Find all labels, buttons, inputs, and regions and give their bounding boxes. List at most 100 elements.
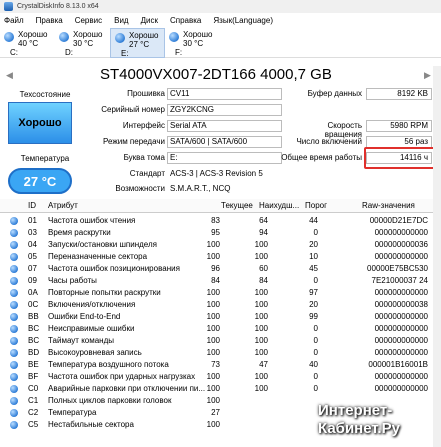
cell-id: C2 [28,408,39,417]
health-good-icon [169,32,179,42]
table-row[interactable]: BE Температура воздушного потока 73 47 40 000… [0,359,441,371]
next-disk-icon[interactable]: ▶ [424,70,432,80]
health-status-button[interactable]: Хорошо [8,102,72,144]
rotation-value: 5980 RPM [366,120,432,132]
table-row[interactable]: 09 Часы работы 84 84 0 7E21000037 24 [0,275,441,287]
cell-cur: 95 [211,228,220,237]
header-raw[interactable]: Raw-значения [362,201,415,210]
drive-status: Хорошо [73,30,103,39]
serial-label: Серийный номер [101,105,165,114]
interface-label: Интерфейс [122,121,165,130]
standard-value: ACS-3 | ACS-3 Revision 5 [167,168,430,180]
cell-worst: 84 [259,276,268,285]
health-good-icon [10,325,18,333]
cell-raw: 000001B16001B [368,360,428,369]
cell-attr: Частота ошибок чтения [48,216,136,225]
cell-worst: 100 [254,252,268,261]
cell-attr: Аварийные парковки при отключении пи... [48,384,206,393]
table-row[interactable]: 04 Запуски/остановки шпинделя 100 100 20 0000… [0,239,441,251]
drive-temp: 27 °C [129,40,150,49]
table-row[interactable]: 03 Время раскрутки 95 94 0 000000000000 [0,227,441,239]
cell-cur: 100 [206,312,220,321]
header-id[interactable]: ID [28,201,36,210]
cell-raw: 000000000036 [374,240,428,249]
header-attribute[interactable]: Атрибут [48,201,78,210]
cell-worst: 100 [254,384,268,393]
table-row[interactable]: 0C Включения/отключения 100 100 20 0000000000… [0,299,441,311]
table-row[interactable]: 05 Переназначенные сектора 100 100 10 0000000… [0,251,441,263]
cell-worst: 100 [254,288,268,297]
firmware-value: CV11 [167,88,282,100]
health-good-icon [10,241,18,249]
cell-id: 07 [28,264,37,273]
cell-raw: 000000000000 [374,384,428,393]
cell-cur: 100 [206,372,220,381]
cell-cur: 100 [206,324,220,333]
cell-id: C1 [28,396,39,405]
menu-edit[interactable]: Правка [36,16,63,25]
menu-language[interactable]: Язык(Language) [213,16,273,25]
cell-raw: 000000000000 [374,336,428,345]
table-row[interactable]: BD Высокоуровневая запись 100 100 0 000000000… [0,347,441,359]
vertical-scrollbar[interactable] [433,66,441,447]
rotation-label: Скорость вращения [324,121,362,139]
poweron-label: Число включений [296,137,362,146]
prev-disk-icon[interactable]: ◀ [6,70,14,80]
cell-cur: 96 [211,264,220,273]
cell-raw: 000000000000 [374,228,428,237]
menu-help[interactable]: Справка [170,16,201,25]
title-bar: CrystalDiskInfo 8.13.0 x64 [0,0,441,13]
header-current[interactable]: Текущее [221,201,253,210]
drive-button-c[interactable]: Хорошо 40 °C C: [0,28,55,58]
cell-cur: 100 [206,336,220,345]
header-threshold[interactable]: Порог [305,201,327,210]
cell-thr: 20 [309,300,318,309]
transfer-label: Режим передачи [103,137,165,146]
cell-worst: 100 [254,312,268,321]
cell-id: C5 [28,420,39,429]
watermark-logo: Интернет- Кабинет.Ру [318,402,438,442]
header-worst[interactable]: Наихудш... [259,201,299,210]
drive-bar: Хорошо 40 °C C: Хорошо 30 °C D: Хорошо 2… [0,28,441,58]
menu-function[interactable]: Сервис [75,16,102,25]
drive-temp: 30 °C [183,39,204,48]
table-row[interactable]: BC Таймаут команды 100 100 0 000000000000 [0,335,441,347]
cell-thr: 45 [309,264,318,273]
health-good-icon [10,385,18,393]
features-label: Возможности [115,184,165,193]
cell-thr: 99 [309,312,318,321]
table-row[interactable]: C0 Аварийные парковки при отключении пи..… [0,383,441,395]
menu-disk[interactable]: Диск [141,16,158,25]
cell-attr: Нестабильные сектора [48,420,134,429]
table-row[interactable]: 01 Частота ошибок чтения 83 64 44 00000D21E7D… [0,215,441,227]
cell-attr: Температура воздушного потока [48,360,169,369]
health-label: Техсостояние [19,90,71,99]
drive-button-e[interactable]: Хорошо 27 °C E: [110,28,165,58]
drive-button-d[interactable]: Хорошо 30 °C D: [55,28,110,58]
cell-id: 05 [28,252,37,261]
health-good-icon [10,277,18,285]
cell-id: BF [28,372,39,381]
buffer-label: Буфер данных [307,89,362,98]
menu-file[interactable]: Файл [4,16,24,25]
drive-temp: 40 °C [18,39,39,48]
cell-id: BE [28,360,39,369]
cell-worst: 100 [254,348,268,357]
health-good-icon [10,373,18,381]
buffer-value: 8192 KB [366,88,432,100]
table-row[interactable]: BC Неисправимые ошибки 100 100 0 000000000000 [0,323,441,335]
table-row[interactable]: BB Ошибки End-to-End 100 100 99 000000000000 [0,311,441,323]
cell-worst: 60 [259,264,268,273]
drive-button-f[interactable]: Хорошо 30 °C F: [165,28,220,58]
table-row[interactable]: BF Частота ошибок при ударных нагрузках 10… [0,371,441,383]
menu-view[interactable]: Вид [114,16,128,25]
health-good-icon [115,33,125,43]
table-row[interactable]: 0A Повторные попытки раскрутки 100 100 97 000… [0,287,441,299]
cell-attr: Время раскрутки [48,228,111,237]
smart-table-body: 01 Частота ошибок чтения 83 64 44 00000D21E7D… [0,215,441,431]
window-title: CrystalDiskInfo 8.13.0 x64 [17,3,99,10]
table-row[interactable]: 07 Частота ошибок позиционирования 96 60 45 0… [0,263,441,275]
cell-cur: 100 [206,420,220,429]
health-good-icon [10,265,18,273]
cell-worst: 100 [254,324,268,333]
